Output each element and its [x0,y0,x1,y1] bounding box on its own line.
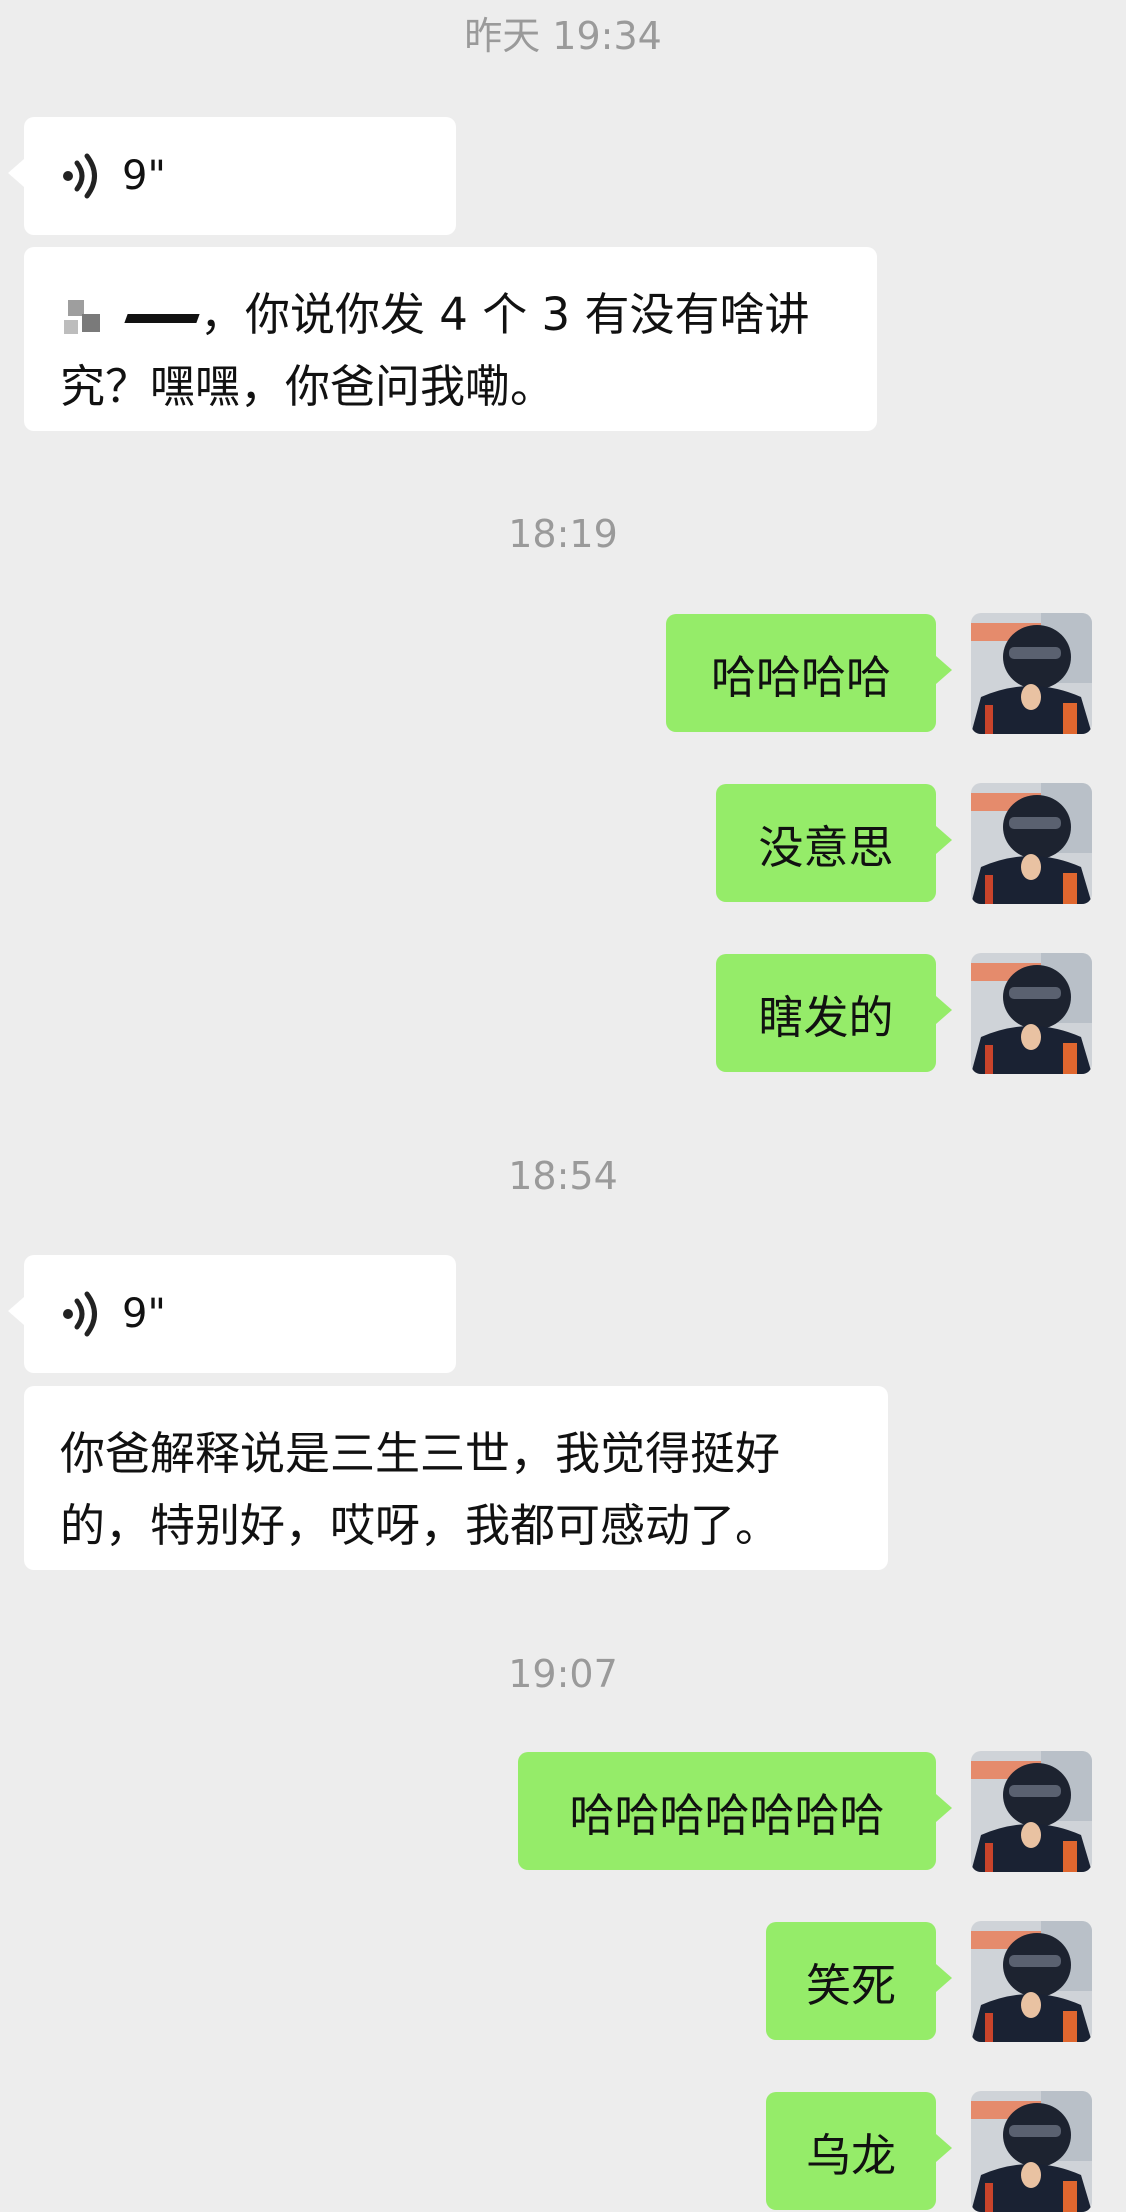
message-text: 没意思 [758,820,894,874]
outgoing-text-bubble[interactable]: 没意思 [716,784,952,902]
voice-duration: 9" [122,153,166,199]
message-text: 瞎发的 [758,990,894,1044]
avatar[interactable] [971,613,1092,734]
voice-wave-icon [62,153,100,199]
incoming-text-bubble[interactable]: 你爸解释说是三生三世，我觉得挺好的，特别好，哎呀，我都可感动了。 [24,1386,888,1570]
avatar[interactable] [971,953,1092,1074]
outgoing-text-bubble[interactable]: 乌龙 [766,2092,952,2210]
voice-message-bubble[interactable]: 9" [8,1255,456,1373]
message-text: 你爸解释说是三生三世，我觉得挺好的，特别好，哎呀，我都可感动了。 [60,1427,781,1552]
avatar[interactable] [971,1921,1092,2042]
message-text: 哈哈哈哈 [710,650,891,704]
voice-wave-icon [62,1291,100,1337]
outgoing-text-bubble[interactable]: 笑死 [766,1922,952,2040]
avatar[interactable] [971,1751,1092,1872]
outgoing-text-bubble[interactable]: 瞎发的 [716,954,952,1072]
voice-duration: 9" [122,1291,166,1337]
message-text: 笑死 [805,1958,896,2012]
avatar[interactable] [971,783,1092,904]
outgoing-text-bubble[interactable]: 哈哈哈哈 [666,614,952,732]
redacted-name-mark [60,294,200,342]
timestamp: 19:07 [508,1652,618,1696]
timestamp: 18:19 [508,512,618,556]
message-text: 乌龙 [805,2128,896,2182]
incoming-text-bubble[interactable]: ，你说你发 4 个 3 有没有啥讲究？嘿嘿，你爸问我嘞。 [24,247,877,431]
timestamp: 昨天 19:34 [464,14,662,58]
avatar[interactable] [971,2091,1092,2212]
timestamp: 18:54 [508,1154,618,1198]
message-text: 哈哈哈哈哈哈哈 [569,1788,885,1842]
outgoing-text-bubble[interactable]: 哈哈哈哈哈哈哈 [518,1752,952,1870]
voice-message-bubble[interactable]: 9" [8,117,456,235]
